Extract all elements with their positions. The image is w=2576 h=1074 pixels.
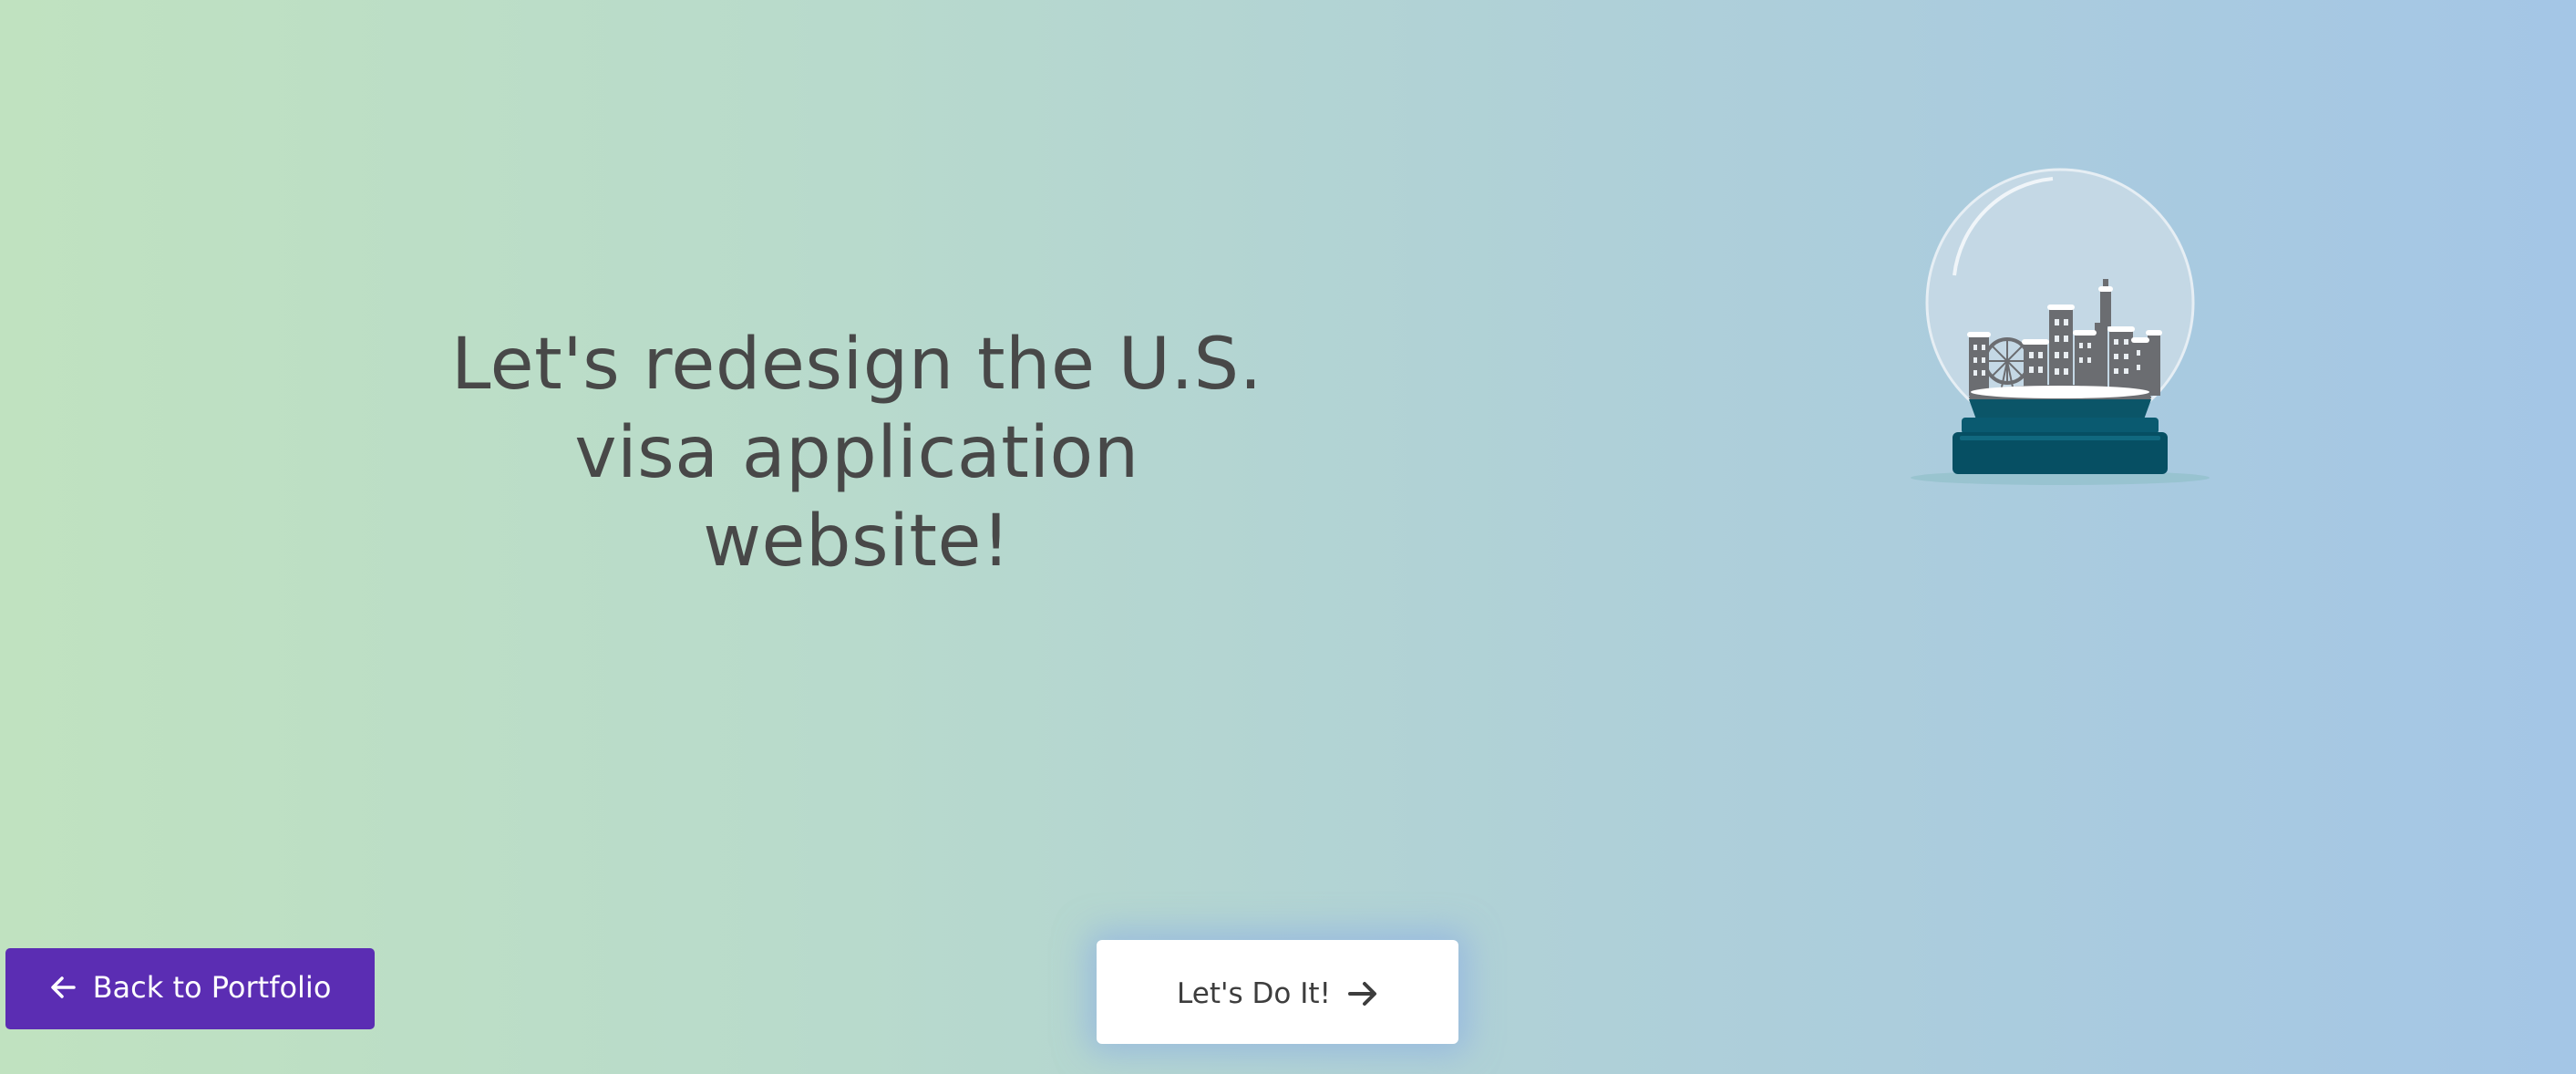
lets-do-it-label: Let's Do It! <box>1177 977 1331 1010</box>
arrow-left-icon <box>49 976 77 999</box>
back-to-portfolio-button[interactable]: Back to Portfolio <box>5 948 375 1029</box>
lets-do-it-button[interactable]: Let's Do It! <box>1097 940 1458 1044</box>
arrow-right-icon <box>1347 981 1378 1007</box>
back-to-portfolio-label: Back to Portfolio <box>92 969 332 1005</box>
snow-globe-city-icon <box>1905 162 2215 491</box>
hero-headline: Let's redesign the U.S. visa application… <box>451 324 1262 583</box>
